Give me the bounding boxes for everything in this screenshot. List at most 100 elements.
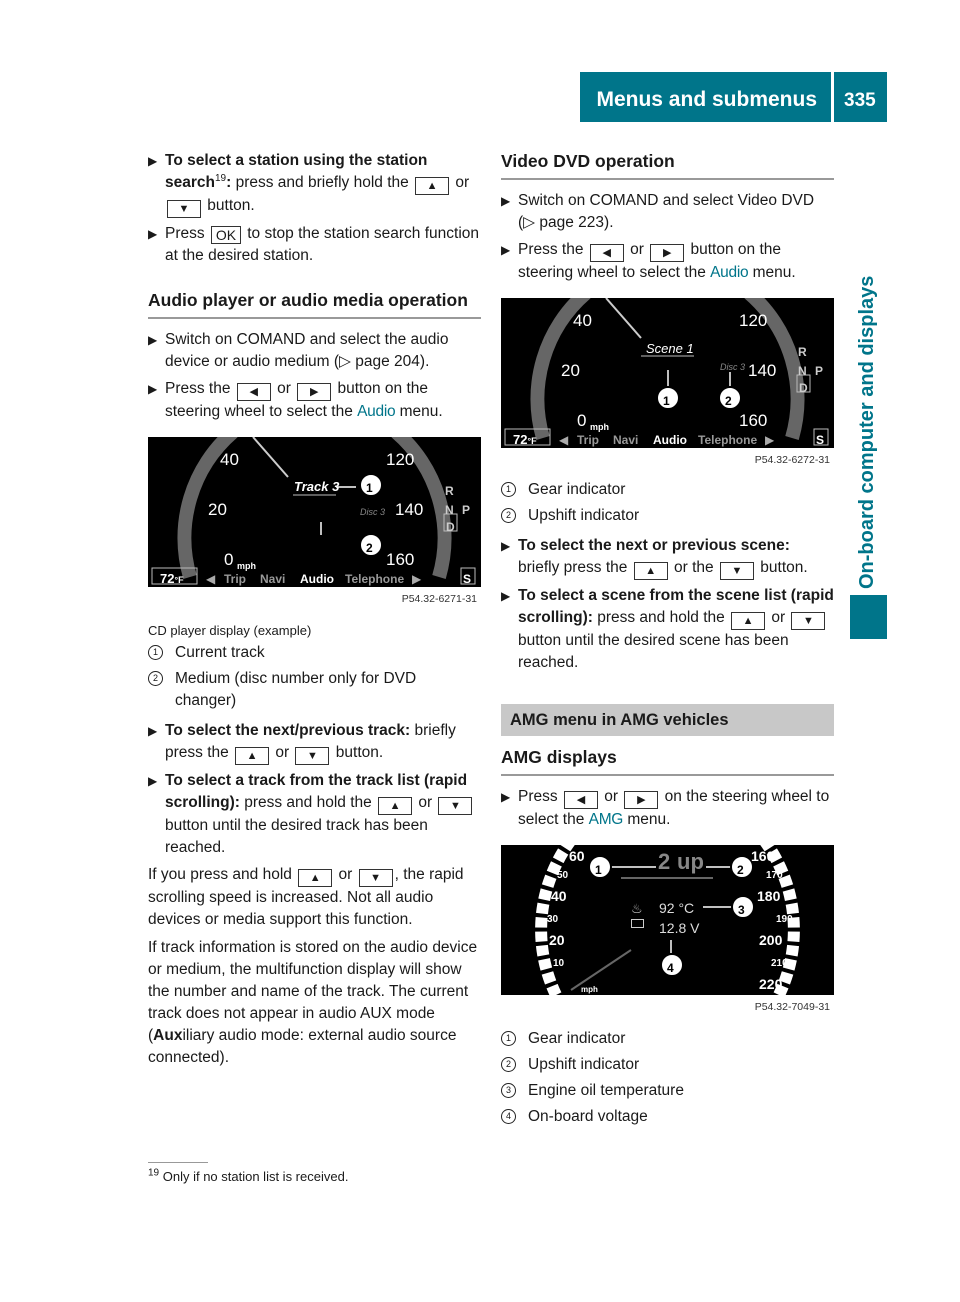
instruction-step: ▶ Switch on COMAND and select Video DVD …: [501, 190, 834, 234]
up-key-icon: ▲: [731, 612, 766, 630]
down-key-icon: ▼: [167, 200, 201, 218]
callout-number-icon: 2: [501, 508, 516, 523]
speed-label: 50: [557, 870, 569, 881]
callout-number-icon: 1: [501, 1031, 516, 1046]
instruction-step: ▶ To select a track from the track list …: [148, 770, 481, 859]
speed-label: 120: [386, 450, 415, 469]
menu-item-telephone: Telephone: [345, 572, 405, 586]
up-key-icon: ▲: [633, 562, 668, 580]
callout-3: 3: [738, 903, 745, 917]
ok-key-icon: OK: [210, 226, 241, 244]
step-arrow-icon: ▶: [501, 589, 511, 603]
cd-player-display-figure: 40 20 0 mph 120 140 160 Track 3 Disc 3 1…: [148, 437, 481, 587]
step-text: or: [599, 788, 623, 805]
speed-label: 170: [766, 870, 783, 881]
left-key-icon: ◀: [236, 383, 271, 401]
down-key-icon: ▼: [295, 747, 330, 765]
speed-label: 180: [757, 888, 781, 904]
oil-temp-icon: ♨: [631, 901, 643, 916]
step-text: briefly press the: [518, 559, 632, 576]
step-text: or: [767, 609, 790, 626]
step-text: button.: [331, 744, 384, 761]
instruction-step: ▶ To select the next/previous track: bri…: [148, 720, 481, 765]
menu-name: AMG: [588, 811, 624, 828]
step-arrow-icon: ▶: [148, 724, 158, 738]
menu-item-audio: Audio: [300, 572, 334, 586]
figure-id: P54.32-7049-31: [754, 1001, 830, 1013]
callout-number-icon: 1: [501, 482, 516, 497]
speed-label: 60: [569, 848, 585, 864]
callout-1: 1: [366, 481, 373, 495]
step-arrow-icon: ▶: [501, 790, 511, 804]
right-key-icon: ▶: [297, 383, 332, 401]
amg-section-heading: AMG menu in AMG vehicles: [501, 704, 834, 736]
up-key-icon: ▲: [235, 747, 270, 765]
speed-label: 120: [739, 311, 768, 330]
track-label: Track 3: [294, 479, 340, 494]
disc-label: Disc 3: [720, 362, 746, 372]
step-text: button.: [203, 197, 255, 214]
legend-text: Upshift indicator: [528, 507, 640, 524]
footnote-ref[interactable]: 19: [215, 173, 226, 184]
step-text: or: [272, 380, 296, 397]
speed-label: 160: [751, 848, 775, 864]
menu-item-audio: Audio: [653, 433, 687, 447]
temperature-unit: °F: [174, 575, 184, 585]
paragraph-text: If you press and hold: [148, 866, 297, 883]
gear-indicator: 2: [658, 849, 671, 874]
chapter-tab: On-board computer and displays: [846, 124, 886, 589]
speed-label: 140: [748, 361, 777, 380]
legend-item: 1 Gear indicator: [501, 1028, 834, 1050]
section-header: Menus and submenus: [580, 72, 831, 122]
step-text: Press the: [165, 380, 235, 397]
legend-item: 3 Engine oil temperature: [501, 1080, 834, 1102]
callout-1: 1: [663, 394, 670, 408]
speed-label: 20: [208, 500, 227, 519]
paragraph-text: or: [334, 866, 357, 883]
page-number: 335: [834, 72, 887, 122]
chapter-tab-label: On-board computer and displays: [856, 275, 878, 589]
unit-label: mph: [581, 985, 598, 994]
step-text: button until the desired scene has been …: [518, 632, 789, 671]
legend-text: Gear indicator: [528, 1030, 626, 1047]
legend-text: Current track: [175, 644, 265, 661]
section-heading: Audio player or audio media operation: [148, 289, 481, 319]
menu-item-trip: Trip: [577, 433, 600, 447]
speed-label: 140: [395, 500, 424, 519]
step-text: Switch on COMAND and select the audio de…: [165, 331, 449, 370]
amg-display-figure: 60 50 40 30 20 10 mph 160 170 180 190 20…: [501, 845, 834, 995]
gear-d: D: [799, 381, 808, 395]
voltage-value: 12.8 V: [659, 920, 700, 936]
instruction-step: ▶ Press ◀ or ▶ on the steering wheel to …: [501, 786, 834, 831]
speed-label: 20: [549, 932, 565, 948]
oil-temperature-value: 92 °C: [659, 900, 695, 916]
scene-label: Scene 1: [646, 341, 694, 356]
s-badge: S: [463, 572, 472, 586]
speed-label: 40: [220, 450, 239, 469]
legend-text: Gear indicator: [528, 481, 626, 498]
left-key-icon: ◀: [563, 791, 598, 809]
menu-next-icon: ▶: [765, 433, 775, 447]
down-key-icon: ▼: [438, 797, 473, 815]
step-text: Press: [165, 225, 209, 242]
step-text: or: [451, 174, 470, 191]
step-text: menu.: [748, 264, 796, 281]
video-dvd-display-figure: 40 20 0 mph 120 140 160 Scene 1 Disc 3 1…: [501, 298, 834, 448]
right-column: Video DVD operation ▶ Switch on COMAND a…: [501, 150, 834, 1132]
upshift-indicator: up: [677, 849, 704, 874]
step-text: or: [414, 794, 437, 811]
menu-name: Audio: [357, 403, 396, 420]
gear-p: P: [815, 364, 824, 378]
up-key-icon: ▲: [298, 869, 333, 887]
menu-item-navi: Navi: [613, 433, 639, 447]
instruction-step: ▶ To select a scene from the scene list …: [501, 585, 834, 674]
footnote-number: 19: [148, 1167, 160, 1179]
chapter-tab-marker: [850, 595, 887, 639]
legend-item: 4 On-board voltage: [501, 1106, 834, 1128]
footnote-divider: [148, 1162, 208, 1163]
section-heading: Video DVD operation: [501, 150, 834, 180]
paragraph-bold: Aux: [153, 1027, 183, 1044]
step-text: Press: [518, 788, 562, 805]
menu-item-trip: Trip: [224, 572, 247, 586]
temperature-value: 72: [513, 432, 528, 447]
